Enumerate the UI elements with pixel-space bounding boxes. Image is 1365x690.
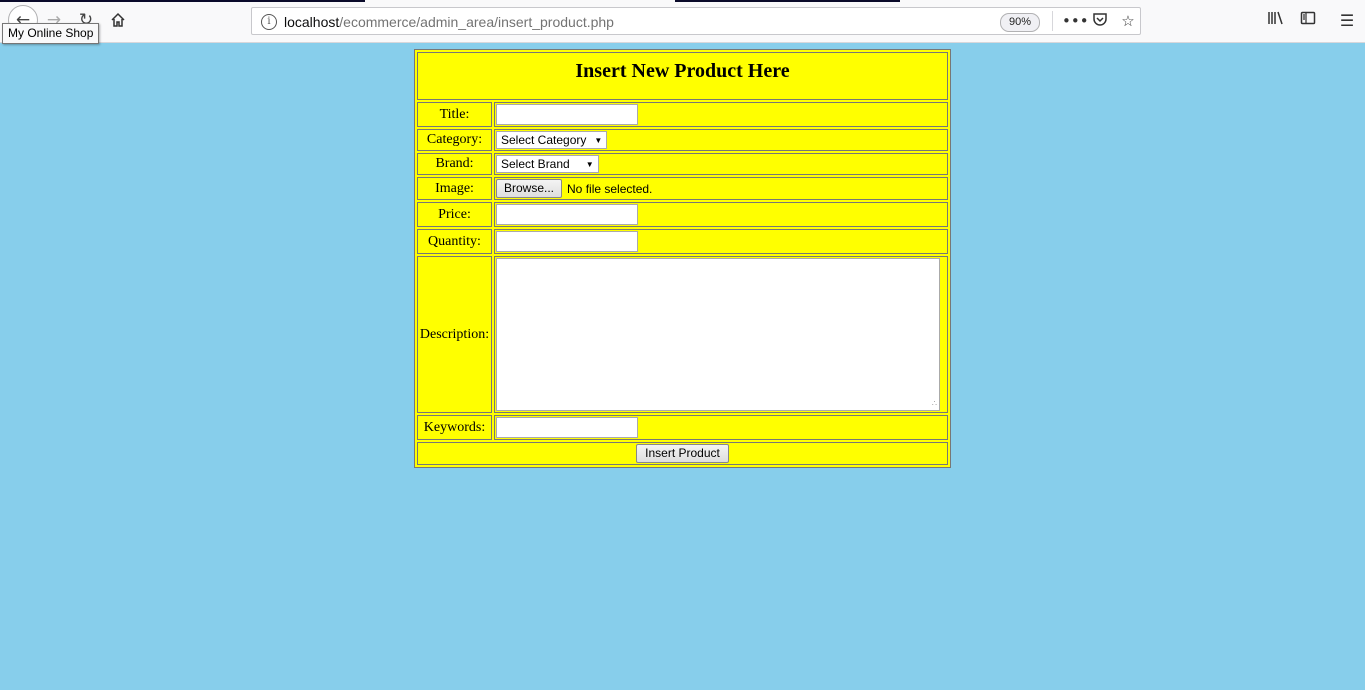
insert-product-form: Insert New Product Here Title: Category:…: [414, 49, 951, 468]
sidebar-button[interactable]: [1297, 10, 1319, 32]
form-heading: Insert New Product Here: [575, 60, 790, 82]
tab-tooltip: My Online Shop: [2, 23, 100, 44]
image-file-input: Browse... No file selected.: [496, 179, 946, 198]
info-icon[interactable]: i: [261, 14, 277, 30]
url-separator: [1052, 11, 1053, 31]
form-heading-cell: Insert New Product Here: [417, 52, 948, 100]
brand-cell: Select Brand ▼: [494, 153, 948, 175]
description-textarea[interactable]: ∴: [496, 258, 940, 411]
url-bar[interactable]: i localhost/ecommerce/admin_area/insert_…: [251, 7, 1141, 35]
keywords-cell: [494, 415, 948, 440]
quantity-label: Quantity:: [417, 229, 492, 254]
pocket-button[interactable]: [1090, 11, 1110, 31]
resize-grip-icon[interactable]: ∴: [932, 400, 937, 408]
category-select-value: Select Category: [501, 133, 587, 147]
image-label: Image:: [417, 177, 492, 200]
url-path: /ecommerce/admin_area/insert_product.php: [339, 14, 614, 30]
home-button[interactable]: [106, 8, 130, 32]
browser-toolbar: ← → ↻ i localhost/ecommerce/admin_area/i…: [0, 0, 1365, 43]
title-cell: [494, 102, 948, 127]
more-icon: •••: [1062, 12, 1089, 30]
brand-select[interactable]: Select Brand ▼: [496, 155, 599, 173]
chevron-down-icon: ▼: [594, 135, 603, 145]
more-actions-button[interactable]: •••: [1062, 11, 1089, 31]
chevron-down-icon: ▼: [585, 159, 594, 169]
description-cell: ∴: [494, 256, 948, 413]
submit-cell: Insert Product: [417, 442, 948, 465]
sidebar-icon: [1300, 11, 1316, 25]
url-text[interactable]: localhost/ecommerce/admin_area/insert_pr…: [284, 14, 614, 30]
keywords-label: Keywords:: [417, 415, 492, 440]
bookmark-star-icon: ☆: [1121, 12, 1135, 30]
title-input[interactable]: [496, 104, 638, 125]
menu-button[interactable]: ☰: [1336, 10, 1358, 32]
category-cell: Select Category ▼: [494, 129, 948, 151]
brand-label: Brand:: [417, 153, 492, 175]
brand-select-value: Select Brand: [501, 157, 570, 171]
library-button[interactable]: [1265, 10, 1287, 32]
pocket-icon: [1093, 13, 1107, 26]
tab-strip-edge: [675, 0, 900, 2]
menu-icon: ☰: [1339, 11, 1355, 30]
bookmark-button[interactable]: ☆: [1118, 11, 1138, 31]
category-select[interactable]: Select Category ▼: [496, 131, 608, 149]
title-label: Title:: [417, 102, 492, 127]
zoom-badge[interactable]: 90%: [1000, 13, 1040, 32]
library-icon: [1268, 11, 1283, 25]
price-label: Price:: [417, 202, 492, 227]
browse-button[interactable]: Browse...: [496, 179, 563, 198]
quantity-input[interactable]: [496, 231, 638, 252]
description-label: Description:: [417, 256, 492, 413]
file-status: No file selected.: [567, 181, 653, 196]
quantity-cell: [494, 229, 948, 254]
tab-strip-edge: [0, 0, 365, 2]
price-input[interactable]: [496, 204, 638, 225]
price-cell: [494, 202, 948, 227]
insert-product-button[interactable]: Insert Product: [636, 444, 729, 463]
keywords-input[interactable]: [496, 417, 638, 438]
category-label: Category:: [417, 129, 492, 151]
home-icon: [111, 12, 125, 27]
image-cell: Browse... No file selected.: [494, 177, 948, 200]
url-host: localhost: [284, 14, 340, 30]
